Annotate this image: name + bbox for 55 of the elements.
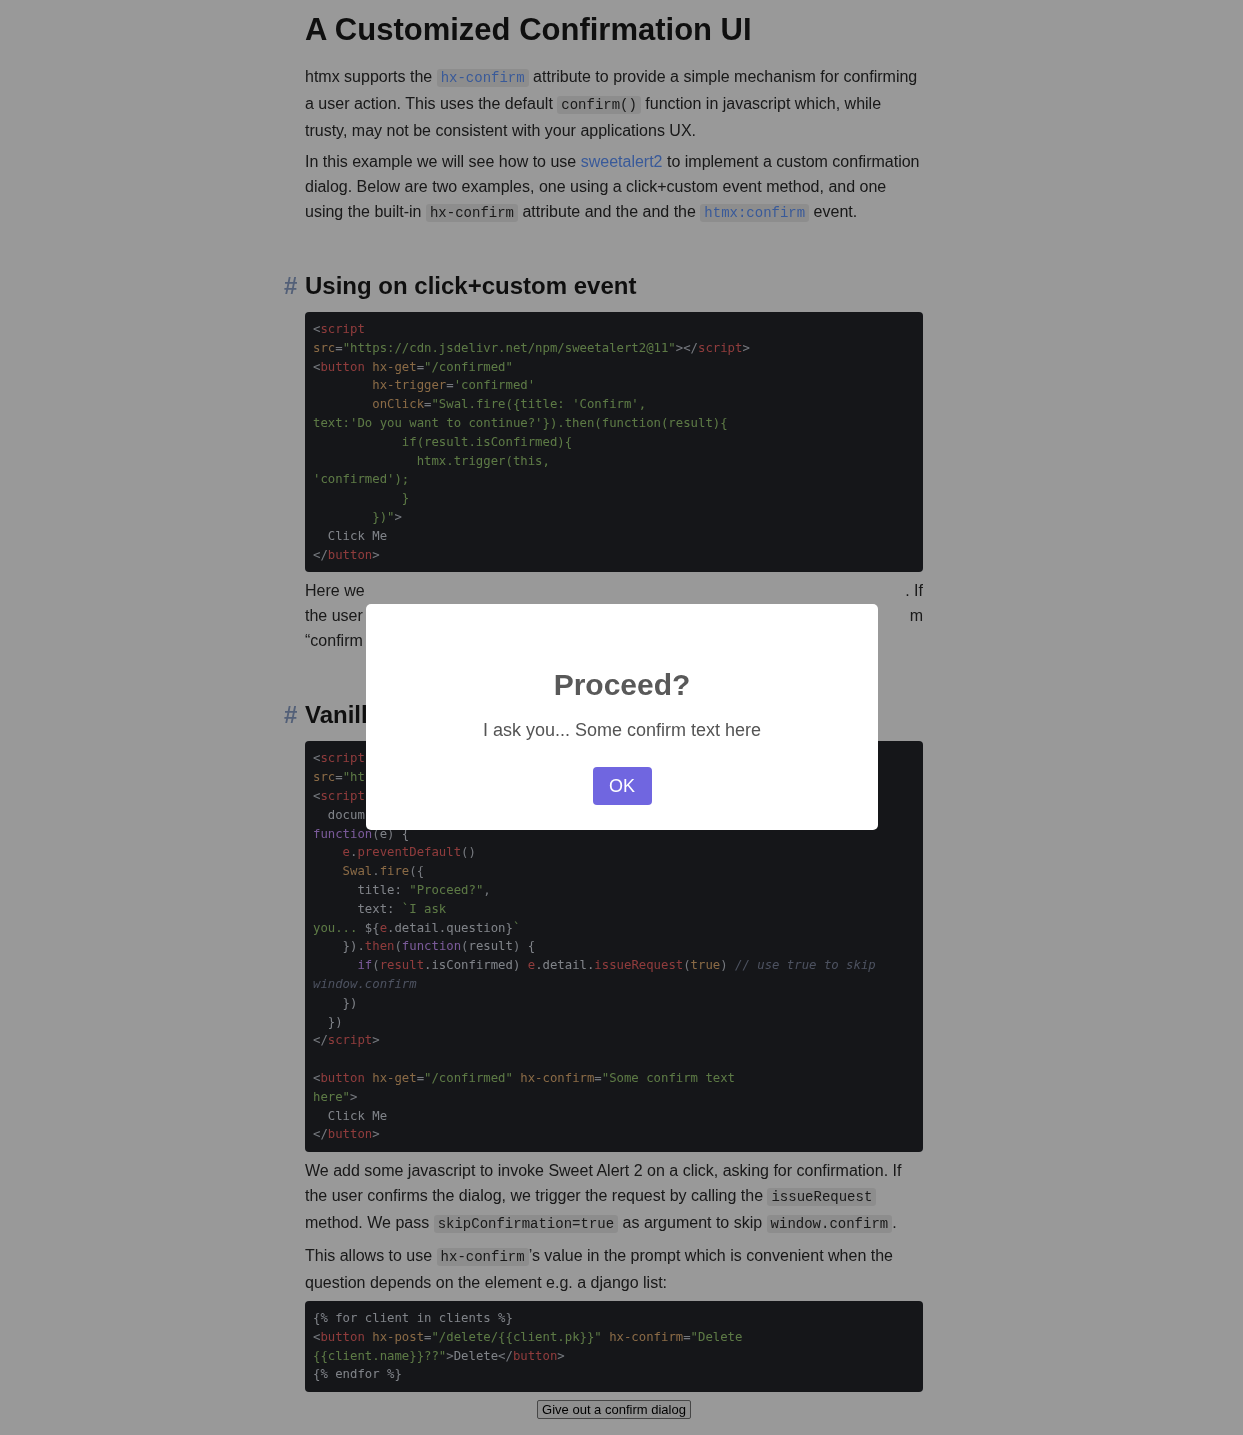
code-line: {% endfor %} (313, 1366, 402, 1384)
code-line: }) (341, 994, 358, 1012)
confirm-dialog-button[interactable]: Give out a confirm dialog (537, 1400, 691, 1420)
text-fragment: . If (905, 581, 923, 602)
code-line: <script (313, 750, 365, 768)
code-line: htmx.trigger(this, (415, 452, 550, 470)
code-line: if(result.isConfirmed){ (400, 433, 573, 451)
code-line: <button hx-get="/confirmed" hx-confirm="Some confirm text (313, 1069, 735, 1087)
code-line: Swal.fire({ (341, 863, 425, 881)
code-line: 'confirmed'); (313, 471, 410, 489)
paragraph: This allows to use hx-confirm ’s value in the prompt which is convenient when the question depends on the element e.g. a django list: (305, 1246, 894, 1294)
code-line: src="ht (313, 769, 365, 787)
code-line: })"> (371, 508, 402, 526)
paragraph: In this example we will see how to use sweetalert2 to implement a custom confirmation dialog. Below are two examples, one using a click+custom event method, and one using the built-in hx-confirm attribute and the and the htmx:confirm event. (305, 152, 921, 224)
code-line: src="https://cdn.jsdelivr.net/npm/sweetalert2@11"></script> (313, 339, 750, 357)
ok-button[interactable]: OK (592, 767, 652, 805)
code-line: <script (313, 321, 365, 338)
anchor-link[interactable]: # (284, 701, 305, 730)
code-line: hx-trigger='confirmed' (371, 377, 536, 395)
code-line: text:'Do you want to continue?'}).then(function(result){ (313, 415, 728, 432)
sweetalert-link[interactable]: sweetalert2 (580, 153, 663, 170)
dialog-text: I ask you... Some confirm text here (482, 719, 762, 742)
code-line: } (400, 490, 410, 508)
code-line: you... ${e.detail.question}` (313, 919, 521, 937)
anchor-link[interactable]: # (284, 272, 305, 300)
code-line: }) (326, 1013, 343, 1031)
text-fragment: “confirm (305, 631, 363, 652)
text-fragment: Here we (305, 581, 365, 602)
code-line: onClick="Swal.fire({title: 'Confirm', (371, 396, 647, 414)
code-line: text: `I ask (356, 900, 447, 918)
paragraph: htmx supports the hx-confirm attribute to provide a simple mechanism for confirming a user action. This uses the default confirm() function in javascript which, while trusty, may not be consistent with your applications UX. (305, 67, 919, 141)
code-line: {% for client in clients %} (313, 1310, 513, 1328)
paragraph: We add some javascript to invoke Sweet Alert 2 on a click, asking for confirmation. If the user confirms the dialog, we trigger the request by calling the issueRequest method. We pass skipConfirmation=true as argument to skip window.confirm . (305, 1161, 903, 1236)
code-line: </button> (313, 1126, 380, 1144)
code-line: window.confirm (313, 975, 417, 993)
code-line: docum (326, 806, 365, 824)
code-line: }).then(function(result) { (341, 938, 536, 956)
section-heading: Vanill (305, 701, 368, 730)
code-line: if(result.isConfirmed) e.detail.issueRequest(true) // use true to skip (356, 957, 876, 975)
code-line: </script> (313, 1032, 380, 1050)
code-line: <button hx-post="/delete/{{client.pk}}" hx-confirm="Delete (313, 1328, 743, 1346)
code-line: e.preventDefault() (341, 844, 476, 862)
code-line: Click Me (326, 1107, 388, 1125)
section-heading: Using on click+custom event (305, 272, 637, 300)
code-line: <script (313, 787, 365, 805)
code-line: here"> (313, 1088, 358, 1106)
code-line: Click Me (326, 527, 388, 545)
code-line: {{client.name}}??">Delete</button> (313, 1347, 565, 1365)
text-fragment: m (909, 606, 923, 627)
text-fragment: the user (305, 606, 363, 627)
code-line: title: "Proceed?", (356, 881, 491, 899)
page-title: A Customized Confirmation UI (305, 12, 753, 48)
code-line: <button hx-get="/confirmed" (313, 358, 513, 376)
code-line: </button> (313, 546, 380, 564)
dialog-title: Proceed? (553, 668, 691, 702)
